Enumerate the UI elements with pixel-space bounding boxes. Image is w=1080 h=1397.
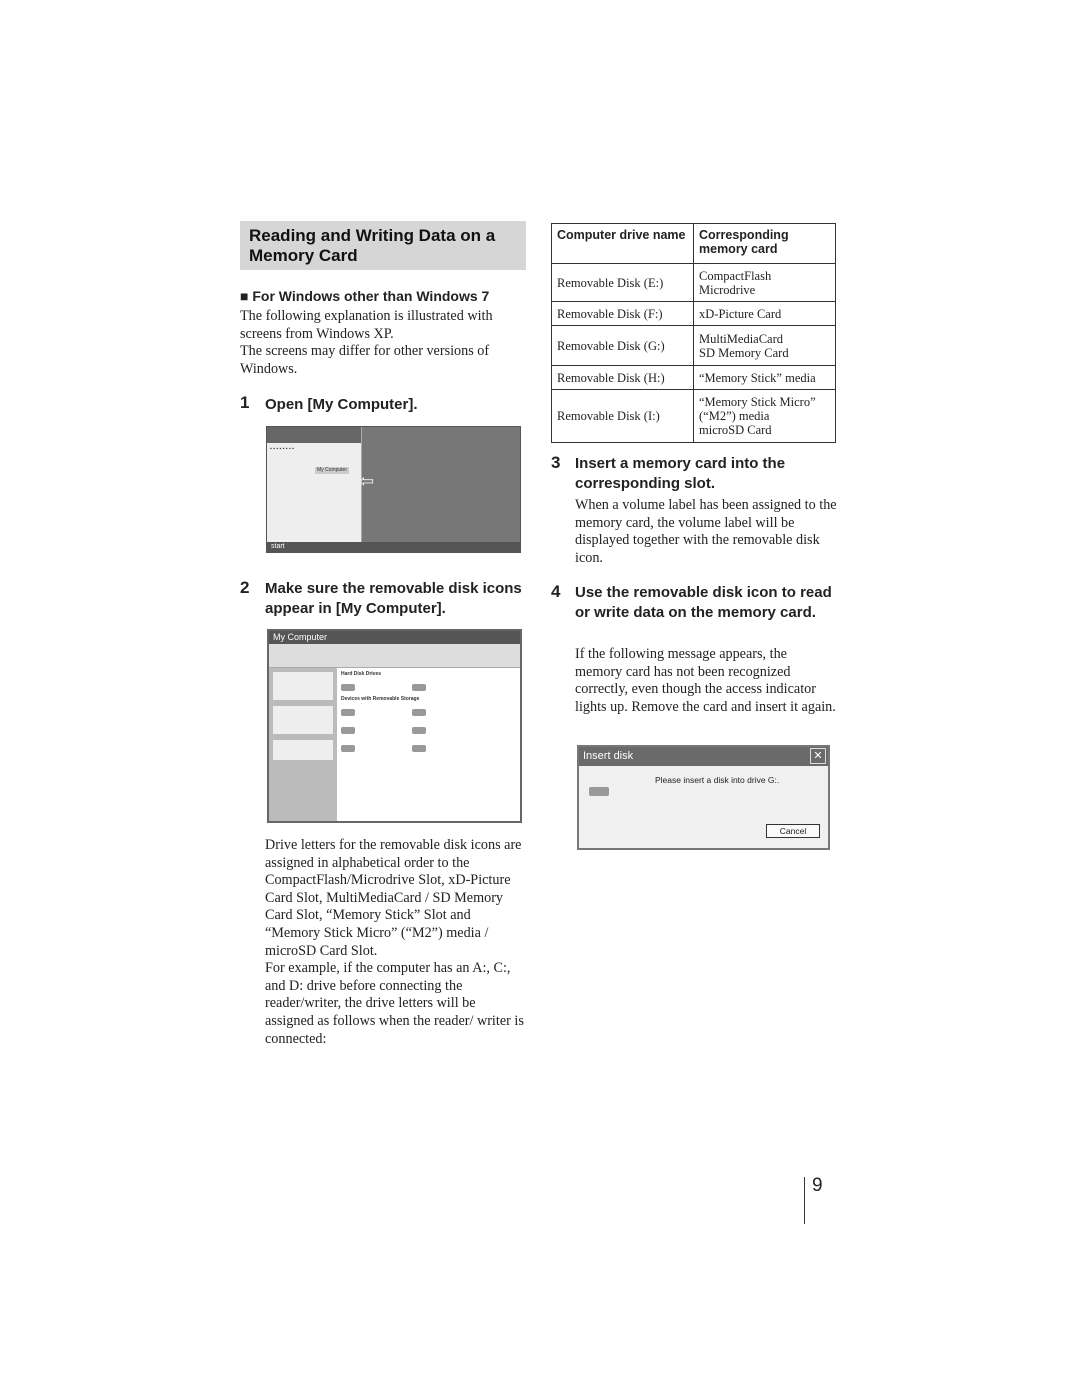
- square-bullet-icon: ■: [240, 288, 253, 304]
- window-title: My Computer: [269, 631, 520, 644]
- step-3-title: Insert a memory card into the correspond…: [575, 455, 786, 492]
- start-button: start: [271, 543, 285, 550]
- cell: xD-Picture Card: [693, 301, 836, 326]
- table-row: Removable Disk (E:) CompactFlash Microdri…: [551, 263, 836, 302]
- xp-start-menu-screenshot: ▪ ▪ ▪ ▪ ▪ ▪ ▪ ▪ My Computer ⇦ start: [266, 426, 521, 553]
- close-button[interactable]: ✕: [810, 748, 826, 764]
- intro-2: The screens may differ for other version…: [240, 343, 490, 377]
- step-3-number: 3: [551, 453, 561, 472]
- cell: Removable Disk (F:): [551, 301, 694, 326]
- drive-table: Computer drive name Corresponding memory …: [551, 223, 836, 443]
- step-3-text: When a volume label has been assigned to…: [575, 497, 837, 566]
- step-4-title: Use the removable disk icon to read or w…: [575, 584, 832, 621]
- cell: Removable Disk (I:): [551, 389, 694, 443]
- taskbar: start: [267, 542, 520, 552]
- cell: Removable Disk (E:): [551, 263, 694, 302]
- section-title: Reading and Writing Data on a Memory Car…: [240, 221, 526, 270]
- table-row: Removable Disk (H:) “Memory Stick” media: [551, 365, 836, 390]
- page-divider: [804, 1177, 805, 1224]
- step-2-number: 2: [240, 578, 250, 597]
- intro-1: The following explanation is illustrated…: [240, 308, 493, 342]
- header-drive: Computer drive name: [551, 223, 694, 264]
- table-row: Removable Disk (F:) xD-Picture Card: [551, 301, 836, 326]
- subsection-text: For Windows other than Windows 7: [252, 288, 490, 304]
- page-number: 9: [812, 1175, 823, 1196]
- insert-disk-dialog: Insert disk ✕ Please insert a disk into …: [577, 745, 830, 850]
- arrow-icon: ⇦: [359, 471, 375, 491]
- dialog-message: Please insert a disk into drive G:.: [655, 775, 780, 785]
- my-computer-screenshot: My Computer Hard Disk Drives Devices wit…: [267, 629, 522, 823]
- cell: MultiMediaCard SD Memory Card: [693, 325, 836, 366]
- step-2-text-2: For example, if the computer has an A:, …: [265, 960, 524, 1047]
- cancel-button[interactable]: Cancel: [766, 824, 820, 838]
- drive-icon: [589, 787, 609, 796]
- cell: Removable Disk (H:): [551, 365, 694, 390]
- removable-group: Devices with Removable Storage: [341, 696, 420, 702]
- table-row: Removable Disk (I:) “Memory Stick Micro” …: [551, 389, 836, 443]
- cell: “Memory Stick” media: [693, 365, 836, 390]
- hard-disk-group: Hard Disk Drives: [341, 671, 382, 677]
- step-1-number: 1: [240, 393, 250, 412]
- step-1-title: Open [My Computer].: [265, 396, 418, 413]
- dialog-title: Insert disk: [583, 750, 634, 762]
- my-computer-item: My Computer: [315, 467, 350, 474]
- cell: CompactFlash Microdrive: [693, 263, 836, 302]
- step-2-text-1: Drive letters for the removable disk ico…: [265, 837, 522, 959]
- header-card: Corresponding memory card: [693, 223, 836, 264]
- step-4-number: 4: [551, 582, 561, 601]
- cell: Removable Disk (G:): [551, 325, 694, 366]
- step-4-text: If the following message appears, the me…: [575, 646, 836, 715]
- step-2-title: Make sure the removable disk icons appea…: [265, 580, 522, 617]
- cell: “Memory Stick Micro” (“M2”) media microS…: [693, 389, 836, 443]
- table-row: Removable Disk (G:) MultiMediaCard SD Mem…: [551, 325, 836, 366]
- subsection-heading: ■ For Windows other than Windows 7: [240, 287, 489, 305]
